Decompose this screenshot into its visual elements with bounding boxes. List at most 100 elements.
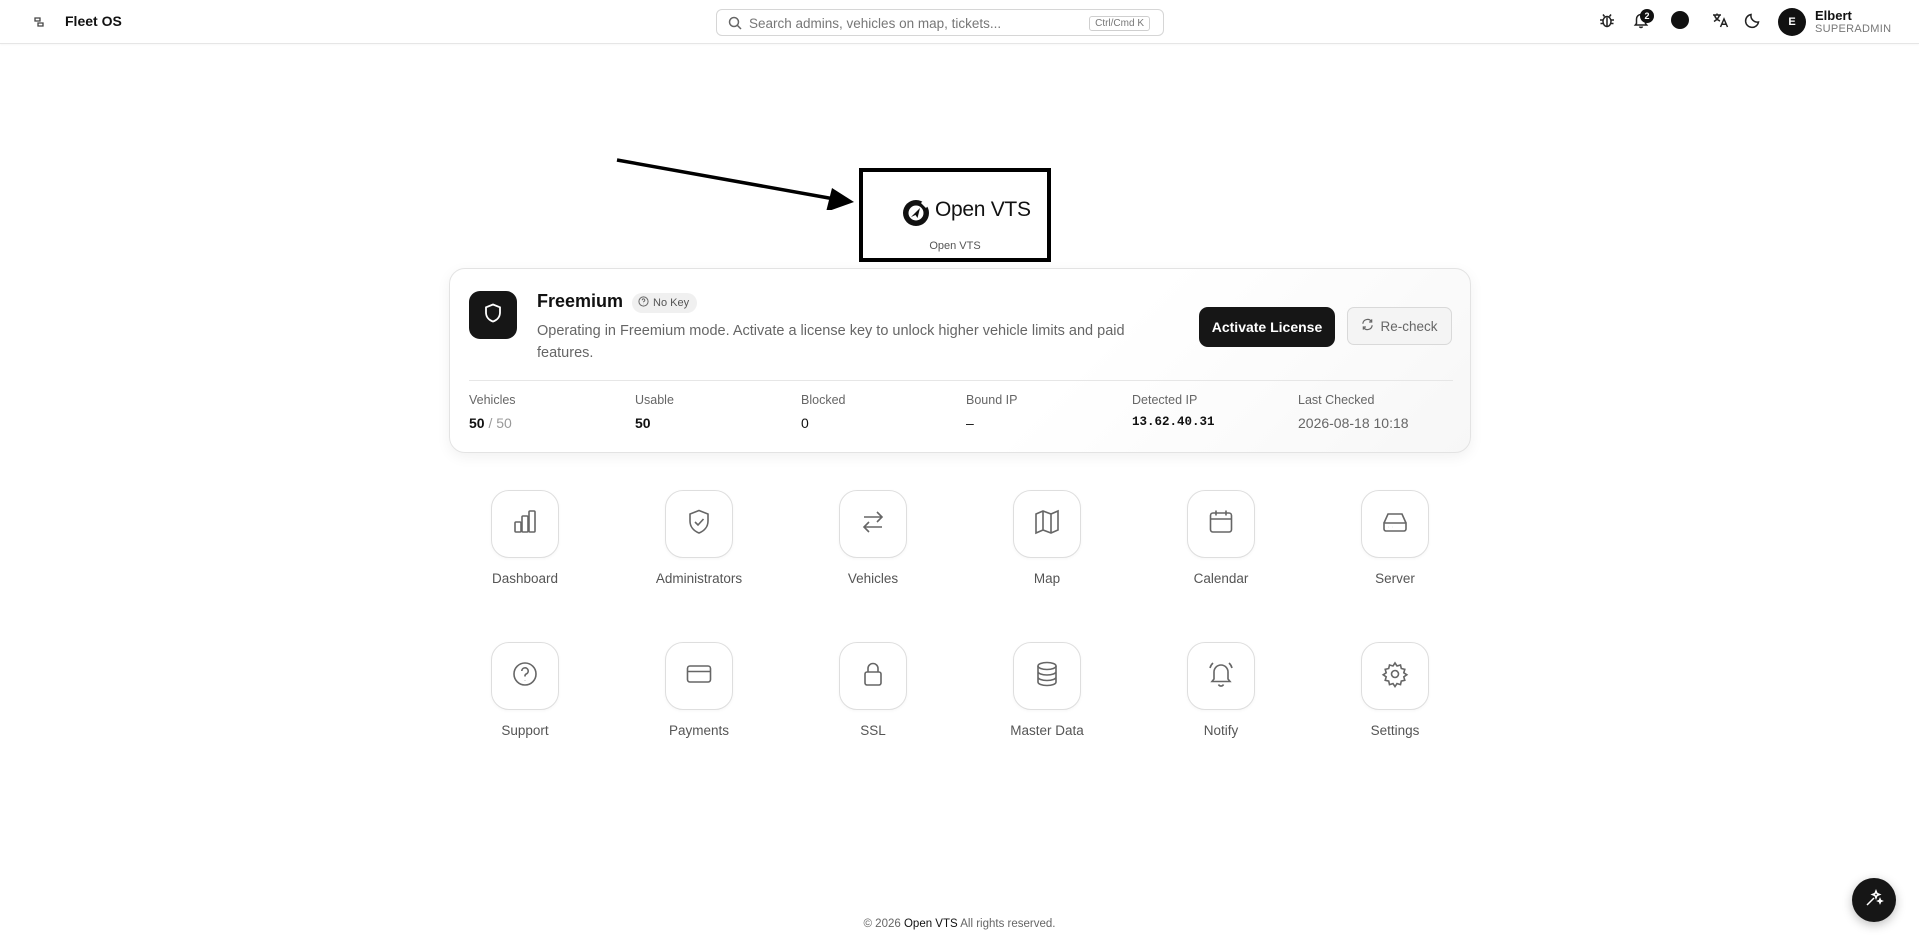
stat-vehicles: Vehicles 50 / 50: [469, 393, 516, 431]
calendar-icon: [1206, 507, 1236, 542]
refresh-icon: [1361, 318, 1374, 334]
moon-icon: [1744, 11, 1762, 34]
footer-rights: All rights reserved.: [960, 918, 1056, 930]
vehicles-used: 50: [469, 415, 485, 431]
map-icon: [1032, 507, 1062, 542]
license-key-status-text: No Key: [653, 297, 690, 309]
language-icon: [1711, 11, 1729, 34]
app-icon-tile[interactable]: [665, 490, 733, 558]
app-label: Support: [501, 723, 549, 738]
stat-value: 50: [635, 415, 651, 431]
stat-blocked: Blocked 0: [801, 393, 845, 431]
user-role: SUPERADMIN: [1815, 23, 1892, 35]
stat-usable: Usable 50: [635, 393, 674, 431]
help-circle-icon: [510, 659, 540, 694]
app-icon-tile[interactable]: [1187, 490, 1255, 558]
app-settings[interactable]: Settings: [1325, 642, 1465, 738]
app-map[interactable]: Map: [977, 490, 1117, 586]
gear-icon: [1380, 659, 1410, 694]
bug-report-button[interactable]: [1595, 10, 1619, 34]
stat-last-checked: Last Checked 2026-08-18 10:18: [1298, 393, 1409, 431]
brand-logo-highlight: Open VTS Open VTS: [859, 168, 1051, 262]
recheck-license-button[interactable]: Re-check: [1347, 307, 1452, 345]
app-icon-tile[interactable]: [491, 642, 559, 710]
top-bar: Fleet OS Ctrl/Cmd K 2: [0, 0, 1919, 44]
license-shield-tile: [469, 291, 517, 339]
app-ssl[interactable]: SSL: [803, 642, 943, 738]
app-support[interactable]: Support: [455, 642, 595, 738]
shield-check-icon: [684, 507, 714, 542]
bell-ring-icon: [1206, 659, 1236, 694]
app-payments[interactable]: Payments: [629, 642, 769, 738]
app-label: Vehicles: [847, 571, 899, 586]
logo-caption: Open VTS: [929, 240, 981, 252]
stat-bound-ip: Bound IP –: [966, 393, 1017, 431]
credit-card-icon: [684, 659, 714, 694]
stat-detected-ip: Detected IP 13.62.40.31: [1132, 393, 1215, 429]
shield-icon: [482, 302, 504, 329]
app-icon-tile[interactable]: [1361, 490, 1429, 558]
app-label: Notify: [1203, 723, 1239, 738]
footer-brand-link[interactable]: Open VTS: [904, 918, 958, 930]
app-root: Fleet OS Ctrl/Cmd K 2: [0, 0, 1919, 943]
activate-license-button[interactable]: Activate License: [1199, 307, 1335, 347]
notification-count-badge: 2: [1640, 9, 1654, 23]
app-icon-tile[interactable]: [1187, 642, 1255, 710]
app-vehicles[interactable]: Vehicles: [803, 490, 943, 586]
app-dashboard[interactable]: Dashboard: [455, 490, 595, 586]
license-plan-title: Freemium: [537, 291, 624, 311]
stat-value: –: [966, 415, 974, 431]
dark-mode-toggle[interactable]: [1741, 10, 1765, 34]
app-icon-tile[interactable]: [1013, 490, 1081, 558]
lock-icon: [858, 659, 888, 694]
database-icon: [1032, 659, 1062, 694]
stat-label: Blocked: [801, 393, 846, 407]
stat-value: 0: [801, 415, 809, 431]
card-divider: [469, 380, 1453, 381]
license-key-status-badge: No Key: [632, 293, 698, 313]
app-administrators[interactable]: Administrators: [629, 490, 769, 586]
search-icon: [728, 16, 742, 30]
app-icon-tile[interactable]: [1013, 642, 1081, 710]
avatar[interactable]: E: [1778, 8, 1806, 36]
app-label: Map: [1033, 571, 1061, 586]
stat-label: Detected IP: [1132, 393, 1198, 407]
app-icon-tile[interactable]: [665, 642, 733, 710]
app-icon-tile[interactable]: [839, 490, 907, 558]
app-label: Settings: [1370, 723, 1420, 738]
stat-label: Last Checked: [1298, 393, 1375, 407]
app-label: Master Data: [1010, 723, 1084, 738]
global-search[interactable]: Ctrl/Cmd K: [716, 9, 1164, 36]
sparkles-icon: [1864, 888, 1884, 913]
logo-wordmark: Open VTS: [935, 198, 1031, 221]
app-icon-tile[interactable]: [1361, 642, 1429, 710]
app-label: Dashboard: [491, 571, 559, 586]
app-calendar[interactable]: Calendar: [1151, 490, 1291, 586]
bug-icon: [1598, 11, 1616, 34]
theme-color-button[interactable]: [1668, 10, 1692, 34]
theme-color-icon: [1670, 10, 1690, 35]
ai-assistant-button[interactable]: [1852, 878, 1896, 922]
open-vts-logo-icon: [901, 198, 931, 228]
user-name[interactable]: Elbert: [1815, 8, 1852, 23]
app-notify[interactable]: Notify: [1151, 642, 1291, 738]
app-label: Administrators: [655, 571, 743, 586]
app-label: Payments: [668, 723, 730, 738]
stat-value: 50 / 50: [469, 415, 516, 431]
bar-chart-icon: [510, 507, 540, 542]
footer: © 2026 Open VTS All rights reserved.: [0, 918, 1919, 930]
license-description: Operating in Freemium mode. Activate a l…: [537, 323, 1125, 361]
sidebar-toggle-icon[interactable]: [31, 14, 47, 30]
search-input[interactable]: [749, 13, 1079, 33]
app-icon-tile[interactable]: [491, 490, 559, 558]
language-button[interactable]: [1708, 10, 1732, 34]
stat-value: 13.62.40.31: [1132, 415, 1215, 429]
stat-label: Vehicles: [469, 393, 516, 407]
swap-arrows-icon: [858, 507, 888, 542]
app-server[interactable]: Server: [1325, 490, 1465, 586]
app-master-data[interactable]: Master Data: [977, 642, 1117, 738]
app-icon-tile[interactable]: [839, 642, 907, 710]
app-label: SSL: [860, 723, 886, 738]
app-title: Fleet OS: [65, 13, 122, 29]
help-circle-icon: [638, 296, 649, 310]
